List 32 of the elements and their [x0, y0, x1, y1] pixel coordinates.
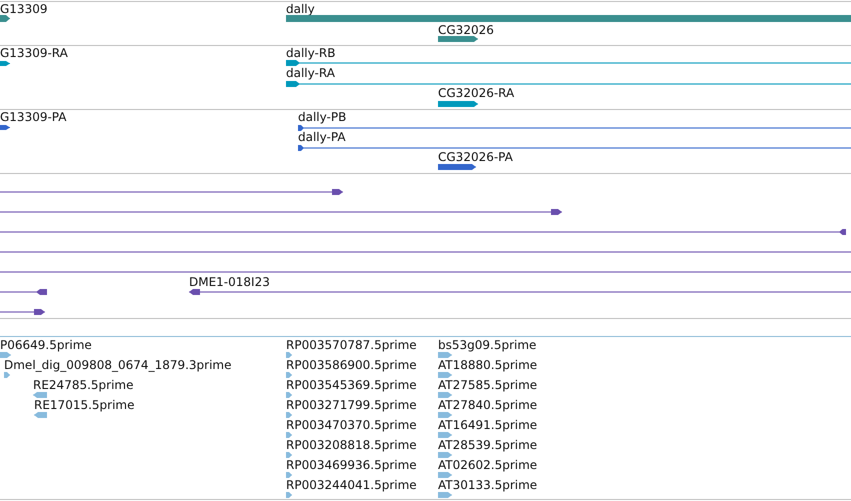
feature-label: DME1-018I23	[189, 275, 270, 289]
feature-label: RP003570787.5prime	[286, 338, 417, 352]
feature-label: AT27585.5prime	[438, 378, 538, 392]
feature-label: RP003586900.5prime	[286, 358, 417, 372]
feature-label: AT27840.5prime	[438, 398, 538, 412]
feature-label: AT30133.5prime	[438, 478, 538, 492]
feature-label: CG32026-PA	[438, 150, 513, 164]
feature-label: G13309	[0, 2, 48, 16]
feature-label: AT16491.5prime	[438, 418, 538, 432]
feature-label: AT02602.5prime	[438, 458, 538, 472]
feature-label: dally-RB	[286, 46, 336, 60]
feature-label: dally-PB	[298, 110, 346, 124]
feature-label: AT28539.5prime	[438, 438, 538, 452]
feature-label: dally-PA	[298, 130, 346, 144]
feature-label: RE24785.5prime	[33, 378, 134, 392]
feature-label: CG32026-RA	[438, 86, 514, 100]
feature-label: dally-RA	[286, 66, 335, 80]
feature-label: bs53g09.5prime	[438, 338, 536, 352]
feature-label: RE17015.5prime	[34, 398, 134, 412]
feature-label: AT18880.5prime	[438, 358, 538, 372]
feature-label: RP003470370.5prime	[286, 418, 417, 432]
feature-label: Dmel_dig_009808_0674_1879.3prime	[4, 358, 232, 372]
feature-label: G13309-PA	[0, 110, 66, 124]
feature-label: dally	[286, 2, 315, 16]
feature-label: RP003545369.5prime	[286, 378, 417, 392]
feature-label: RP003271799.5prime	[286, 398, 417, 412]
feature-label: P06649.5prime	[0, 338, 92, 352]
feature-label: G13309-RA	[0, 46, 68, 60]
feature-label: RP003244041.5prime	[286, 478, 417, 492]
feature-label: RP003208818.5prime	[286, 438, 417, 452]
feature-label: CG32026	[438, 23, 494, 37]
feature-label: RP003469936.5prime	[286, 458, 417, 472]
